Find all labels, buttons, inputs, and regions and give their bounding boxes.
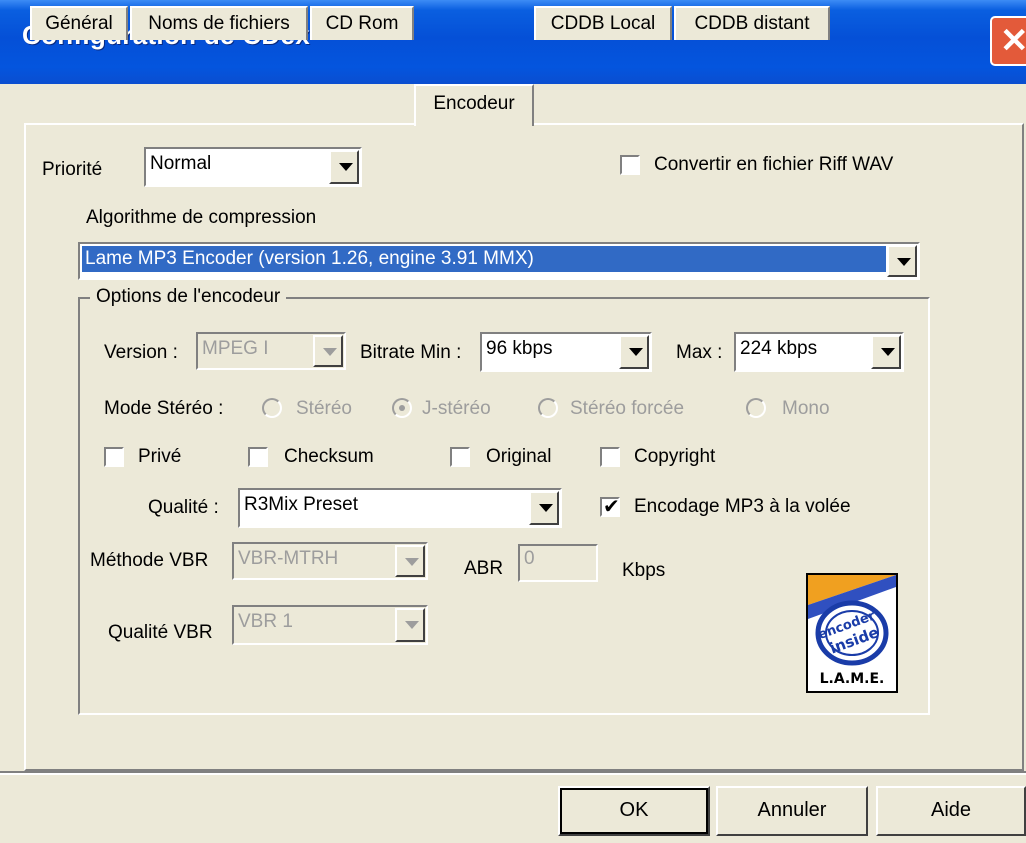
radio-mono-label: Mono — [782, 398, 830, 419]
tab-cddb-remote[interactable]: CDDB distant — [674, 6, 830, 40]
vbr-method-value: VBR-MTRH — [238, 548, 339, 569]
private-checkbox[interactable] — [104, 447, 124, 467]
configuration-dialog: Configuration de CDex ✕ Général Noms de … — [0, 0, 1026, 843]
original-label: Original — [486, 446, 552, 467]
svg-text:L.A.M.E.: L.A.M.E. — [820, 671, 885, 687]
on-the-fly-label: Encodage MP3 à la volée — [634, 496, 851, 517]
encoder-options-title: Options de l'encodeur — [90, 286, 287, 308]
close-icon: ✕ — [1000, 22, 1026, 60]
bitrate-min-value: 96 kbps — [486, 338, 553, 359]
radio-joint-stereo[interactable] — [392, 398, 412, 418]
radio-mono[interactable] — [746, 398, 766, 418]
lame-encoder-inside-logo: encoder inside L.A.M.E. — [806, 573, 898, 693]
bitrate-max-select[interactable]: 224 kbps — [734, 332, 904, 372]
quality-select[interactable]: R3Mix Preset — [238, 488, 562, 528]
tab-encoder[interactable]: Encodeur — [414, 84, 534, 126]
checksum-checkbox[interactable] — [248, 447, 268, 467]
chevron-down-icon[interactable] — [313, 335, 343, 367]
radio-stereo[interactable] — [262, 398, 282, 418]
tab-file-names[interactable]: Noms de fichiers — [130, 6, 308, 40]
vbr-quality-label: Qualité VBR — [108, 622, 213, 643]
vbr-quality-select[interactable]: VBR 1 — [232, 605, 428, 645]
abr-value: 0 — [524, 548, 535, 569]
bitrate-min-label: Bitrate Min : — [360, 342, 462, 363]
chevron-down-icon[interactable] — [529, 491, 559, 525]
priority-select[interactable]: Normal — [144, 147, 362, 187]
priority-label: Priorité — [42, 159, 103, 180]
algorithm-select[interactable]: Lame MP3 Encoder (version 1.26, engine 3… — [78, 242, 920, 280]
checksum-label: Checksum — [284, 446, 374, 467]
on-the-fly-checkbox[interactable]: ✔ — [600, 496, 620, 518]
stereo-mode-label: Mode Stéréo : — [104, 398, 224, 419]
bitrate-min-select[interactable]: 96 kbps — [480, 332, 652, 372]
algorithm-label: Algorithme de compression — [86, 207, 317, 228]
tab-general[interactable]: Général — [30, 6, 128, 40]
chevron-down-icon[interactable] — [395, 545, 425, 577]
abr-input[interactable]: 0 — [518, 544, 598, 582]
quality-value: R3Mix Preset — [244, 494, 359, 515]
help-button[interactable]: Aide — [876, 786, 1026, 836]
cancel-button[interactable]: Annuler — [716, 786, 868, 836]
version-value: MPEG I — [202, 338, 269, 359]
version-select[interactable]: MPEG I — [196, 332, 346, 370]
algorithm-value: Lame MP3 Encoder (version 1.26, engine 3… — [82, 246, 886, 272]
copyright-label: Copyright — [634, 446, 716, 467]
chevron-down-icon[interactable] — [887, 245, 917, 277]
quality-label: Qualité : — [148, 497, 219, 518]
lame-logo-graphic: encoder inside L.A.M.E. — [808, 575, 896, 687]
vbr-method-label: Méthode VBR — [90, 550, 209, 571]
radio-forced-stereo-label: Stéréo forcée — [570, 398, 685, 419]
priority-value: Normal — [150, 153, 212, 174]
riff-wav-checkbox[interactable] — [620, 155, 640, 175]
max-label: Max : — [676, 342, 723, 363]
vbr-quality-value: VBR 1 — [238, 611, 293, 632]
kbps-label: Kbps — [622, 560, 666, 581]
vbr-method-select[interactable]: VBR-MTRH — [232, 542, 428, 580]
checkmark-icon: ✔ — [603, 496, 620, 518]
tab-cddb-local[interactable]: CDDB Local — [534, 6, 672, 40]
close-button[interactable]: ✕ — [990, 16, 1026, 66]
chevron-down-icon[interactable] — [329, 150, 359, 184]
bitrate-max-value: 224 kbps — [740, 338, 818, 359]
chevron-down-icon[interactable] — [619, 335, 649, 369]
private-label: Privé — [138, 446, 182, 467]
footer-separator — [0, 771, 1026, 775]
chevron-down-icon[interactable] — [395, 608, 425, 642]
version-label: Version : — [104, 342, 178, 363]
chevron-down-icon[interactable] — [871, 335, 901, 369]
ok-button[interactable]: OK — [558, 786, 710, 836]
riff-wav-label: Convertir en fichier Riff WAV — [654, 154, 894, 175]
radio-forced-stereo[interactable] — [538, 398, 558, 418]
radio-stereo-label: Stéréo — [296, 398, 352, 419]
radio-joint-stereo-label: J-stéréo — [422, 398, 491, 419]
original-checkbox[interactable] — [450, 447, 470, 467]
copyright-checkbox[interactable] — [600, 447, 620, 467]
tab-cd-rom[interactable]: CD Rom — [310, 6, 414, 40]
abr-label: ABR — [464, 558, 504, 579]
